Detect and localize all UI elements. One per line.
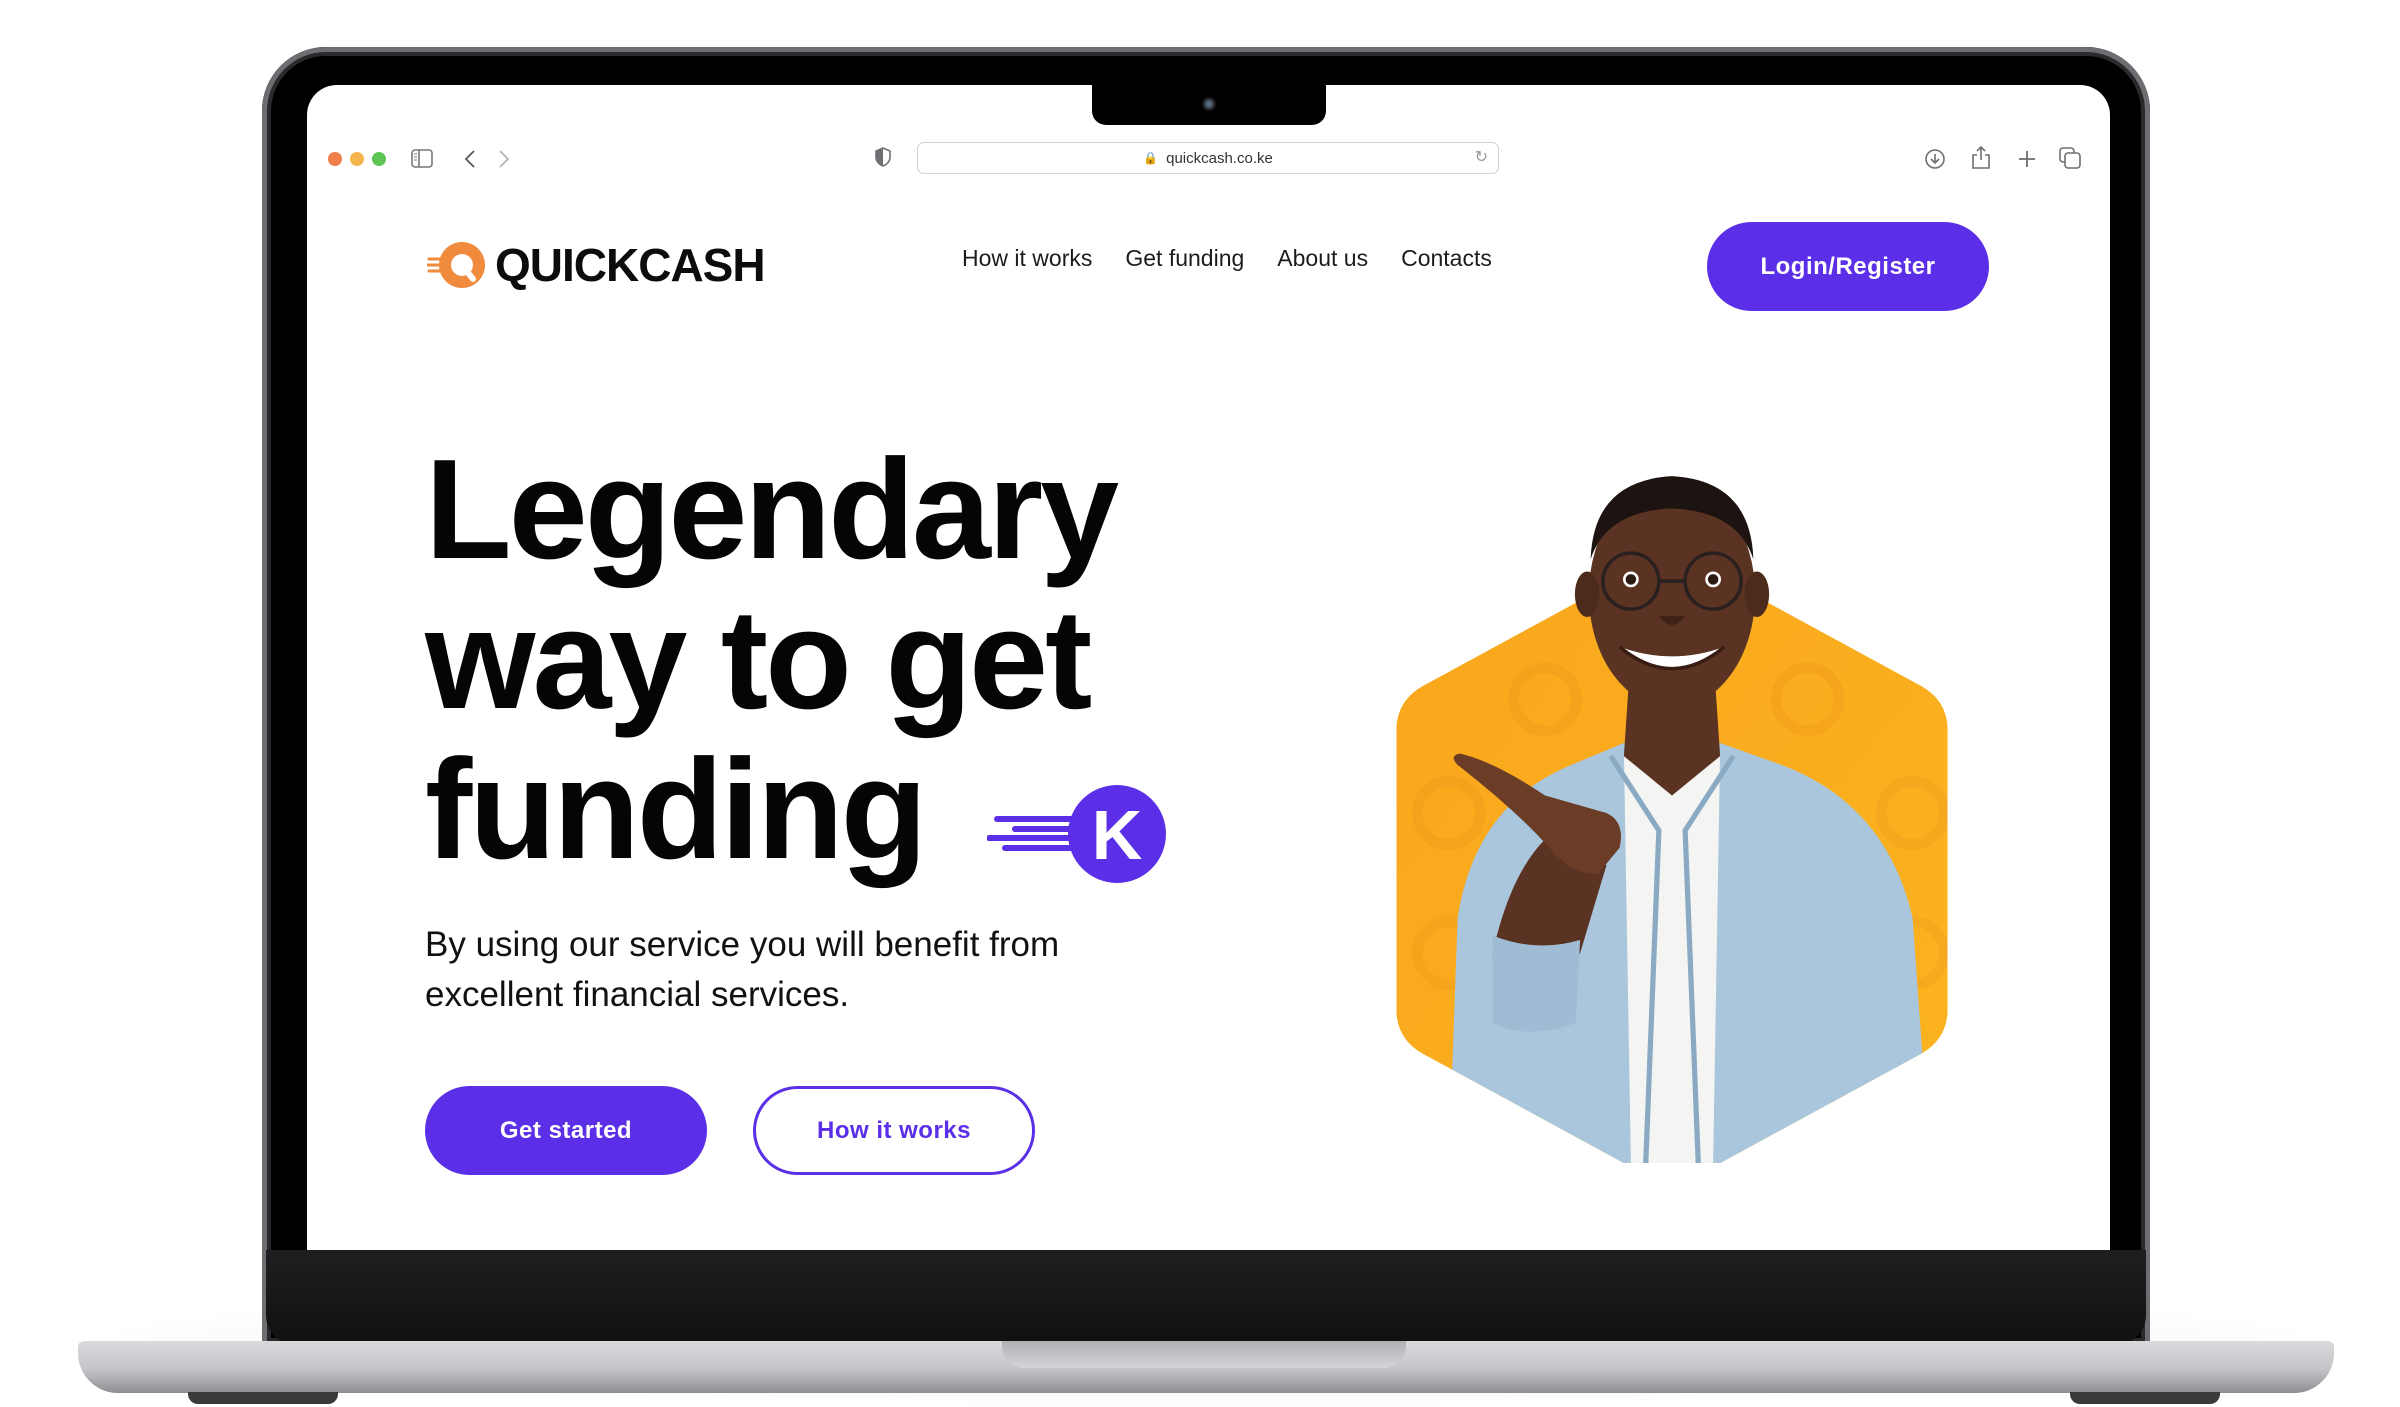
laptop-foot-left [188, 1392, 338, 1404]
how-it-works-button[interactable]: How it works [753, 1086, 1035, 1175]
tabs-overview-icon[interactable] [2059, 147, 2081, 169]
get-started-button[interactable]: Get started [425, 1086, 707, 1175]
back-icon[interactable] [464, 149, 476, 169]
lock-icon: 🔒 [1143, 151, 1159, 165]
laptop-hinge-notch [1002, 1341, 1406, 1368]
quickcash-logo-icon [427, 242, 485, 288]
brand-name: QUICKCASH [495, 239, 766, 291]
login-register-button[interactable]: Login/Register [1707, 222, 1989, 311]
nav-contacts[interactable]: Contacts [1401, 245, 1492, 272]
k-currency-badge-icon: K [987, 785, 1166, 883]
address-bar[interactable]: 🔒 quickcash.co.ke ↻ [917, 142, 1499, 174]
white-tshirt [1623, 751, 1721, 1163]
laptop-chin [266, 1250, 2146, 1345]
forward-icon[interactable] [498, 149, 510, 169]
window-close-button[interactable] [328, 152, 342, 166]
shield-icon[interactable] [875, 147, 891, 167]
share-icon[interactable] [1971, 145, 1991, 170]
download-icon[interactable] [1924, 148, 1946, 170]
new-tab-icon[interactable] [2018, 150, 2036, 168]
main-nav: How it works Get funding About us Contac… [962, 245, 1492, 272]
browser-window: 🔒 quickcash.co.ke ↻ QUICKCASH How it wor [307, 85, 2110, 1250]
window-zoom-button[interactable] [372, 152, 386, 166]
nav-about-us[interactable]: About us [1277, 245, 1368, 272]
url-text: quickcash.co.ke [1166, 149, 1273, 167]
hero-title-line-2: way to get [425, 580, 1092, 739]
sidebar-icon[interactable] [411, 149, 433, 168]
hero-subtitle: By using our service you will benefit fr… [425, 925, 1060, 1014]
hero-image [1396, 476, 1948, 1163]
nav-how-it-works[interactable]: How it works [962, 245, 1092, 272]
window-minimize-button[interactable] [350, 152, 364, 166]
camera-icon [1202, 97, 1216, 111]
nav-get-funding[interactable]: Get funding [1125, 245, 1244, 272]
svg-text:K: K [1092, 796, 1143, 874]
site-logo[interactable]: QUICKCASH [427, 235, 766, 295]
reload-icon[interactable]: ↻ [1475, 147, 1488, 167]
camera-notch [1092, 85, 1326, 125]
laptop-foot-right [2070, 1392, 2220, 1404]
hero-title-line-1: Legendary [425, 430, 1119, 589]
